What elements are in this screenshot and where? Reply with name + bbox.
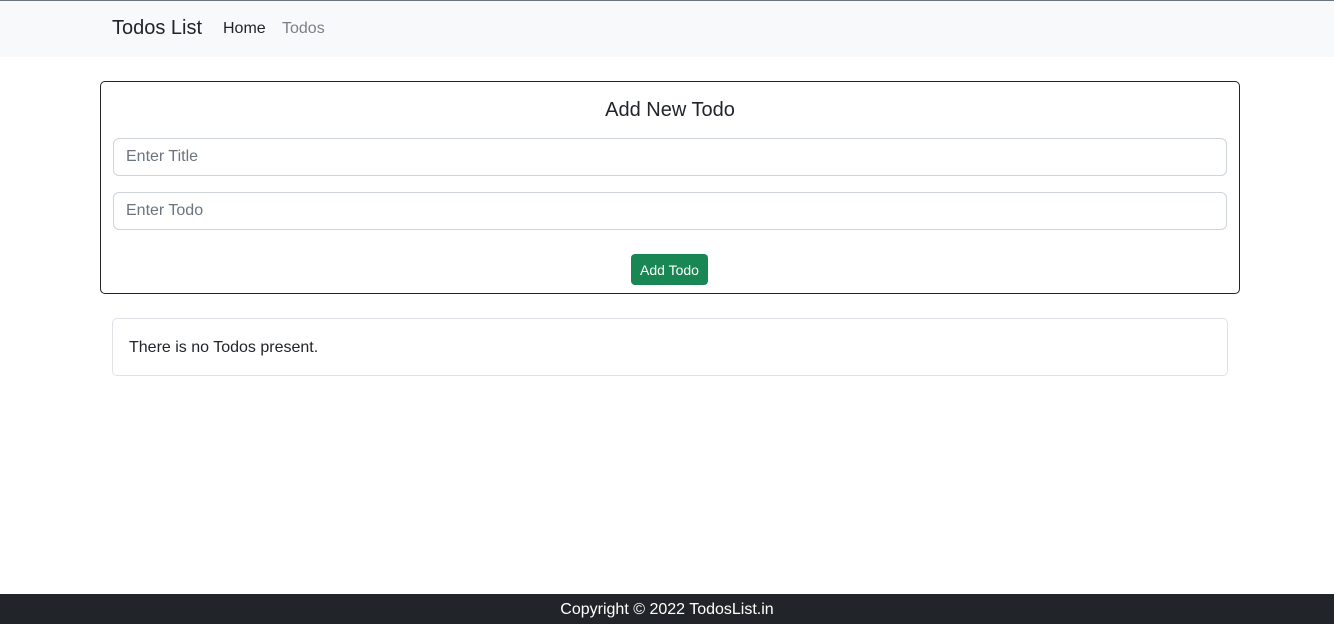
nav-link-todos[interactable]: Todos [282, 20, 325, 38]
add-todo-button[interactable]: Add Todo [631, 254, 708, 285]
title-input[interactable] [113, 138, 1227, 176]
footer-copyright: Copyright © 2022 TodosList.in [560, 601, 774, 618]
navbar: Todos List Home Todos [0, 1, 1334, 57]
navbar-brand[interactable]: Todos List [112, 17, 202, 40]
empty-todos-message: There is no Todos present. [129, 339, 319, 356]
nav-link-home[interactable]: Home [223, 20, 266, 38]
todos-list-container: There is no Todos present. [112, 318, 1228, 376]
footer: Copyright © 2022 TodosList.in [0, 594, 1334, 624]
todo-input[interactable] [113, 192, 1227, 230]
form-heading: Add New Todo [605, 99, 735, 121]
add-todo-form: Add New Todo Add Todo [100, 81, 1240, 294]
